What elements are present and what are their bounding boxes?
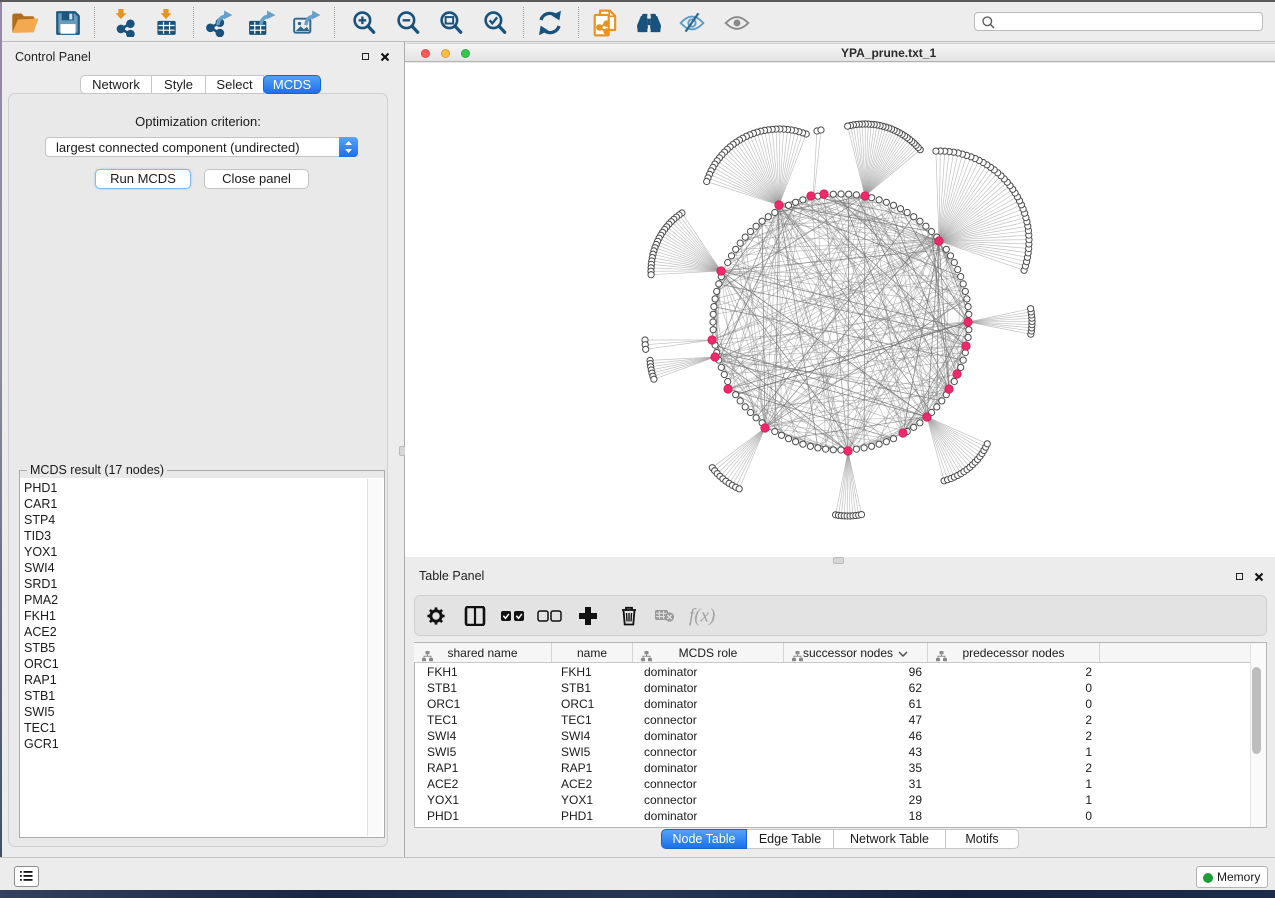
svg-text:f(x): f(x) bbox=[689, 606, 715, 626]
